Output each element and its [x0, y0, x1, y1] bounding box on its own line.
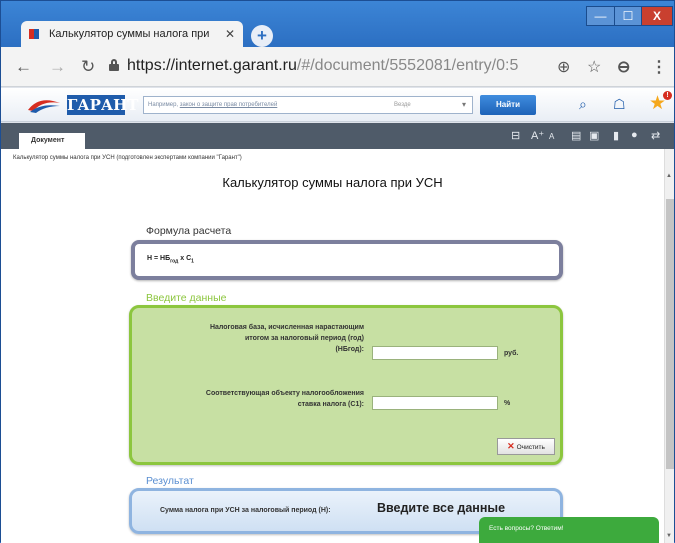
users-icon[interactable]: ☖	[613, 96, 626, 113]
input-box: Налоговая база, исчисленная нарастающим …	[129, 305, 563, 465]
scrollbar[interactable]: ▲ ▼	[664, 149, 674, 543]
logo-swoosh-icon	[28, 100, 60, 113]
forward-arrow-icon[interactable]: →	[49, 57, 66, 77]
formula-tail: x С	[178, 255, 192, 262]
print-icon[interactable]: ▣	[589, 129, 599, 142]
url-field[interactable]: https://internet.garant.ru/#/document/55…	[127, 57, 518, 75]
maximize-button[interactable]: ☐	[614, 6, 642, 26]
url-host: https://internet.garant.ru	[127, 57, 297, 74]
field1-label-line: (НБгод):	[335, 346, 364, 353]
share-icon[interactable]: ⇄	[651, 129, 660, 142]
url-path: /#/document/5552081/entry/0:5	[296, 57, 519, 74]
formula-main: Н = НБ	[147, 255, 171, 262]
new-tab-button[interactable]: +	[251, 25, 273, 47]
chat-widget[interactable]: Есть вопросы? Ответим!	[479, 517, 659, 543]
bookmark-star-icon[interactable]: ☆	[587, 57, 601, 77]
page-title: Калькулятор суммы налога при УСН	[222, 175, 443, 190]
minimize-button[interactable]: —	[586, 6, 615, 26]
menu-icon[interactable]: ⋮	[651, 57, 667, 77]
info-icon[interactable]: ●	[631, 129, 638, 141]
search-example-link[interactable]: закон о защите прав потребителей	[180, 102, 278, 108]
scrollbar-thumb[interactable]	[666, 199, 674, 469]
close-window-button[interactable]: X	[641, 6, 673, 26]
tab-document[interactable]: Документ	[19, 133, 85, 149]
document-tab-row: Документ ⊟ A⁺ A ▤ ▣ ▮ ● ⇄	[1, 123, 674, 149]
formula-box: Н = НБгод x С1	[131, 240, 563, 280]
field1-label-line: Налоговая база, исчисленная нарастающим	[209, 324, 364, 331]
scroll-up-icon[interactable]: ▲	[666, 173, 672, 179]
tax-rate-input[interactable]	[372, 396, 498, 410]
tab-title: Калькулятор суммы налога при	[49, 28, 210, 40]
clear-button-label: Очистить	[516, 444, 545, 451]
profile-icon[interactable]: ⊖	[617, 57, 630, 77]
result-heading: Результат	[146, 475, 194, 487]
field1-label: Налоговая база, исчисленная нарастающим …	[142, 322, 364, 355]
field2-label: Соответствующая объекту налогообложения …	[142, 388, 364, 410]
formula-expression: Н = НБгод x С1	[147, 255, 194, 264]
browser-tab[interactable]: Калькулятор суммы налога при ✕	[21, 21, 243, 47]
find-button[interactable]: Найти	[480, 95, 536, 115]
field1-label-line: итогом за налоговый период (год)	[244, 335, 364, 342]
field2-unit: %	[504, 400, 511, 407]
breadcrumb[interactable]: Калькулятор суммы налога при УСН (подгот…	[13, 155, 242, 161]
print-preview-icon[interactable]: ▤	[571, 129, 581, 142]
search-scope[interactable]: Везде	[394, 97, 411, 113]
clear-button[interactable]: ✕ Очистить	[497, 438, 555, 455]
garant-search-input[interactable]: Например, закон о защите прав потребител…	[143, 96, 473, 114]
search-placeholder: Например,	[148, 102, 179, 108]
zoom-icon[interactable]: ⊕	[557, 57, 570, 77]
document-content: Калькулятор суммы налога при УСН (подгот…	[1, 149, 664, 543]
result-value: Введите все данные	[377, 501, 506, 515]
chevron-down-icon[interactable]: ▾	[462, 97, 466, 113]
field1-unit: руб.	[504, 350, 519, 357]
title-bar: Калькулятор суммы налога при ✕ + — ☐ X	[1, 1, 674, 47]
field2-label-line: Соответствующая объекту налогообложения	[205, 390, 364, 397]
back-arrow-icon[interactable]: ←	[15, 57, 32, 77]
font-size-decrease-icon[interactable]: A	[549, 132, 554, 141]
logo-text: ГАРАНТ	[67, 95, 139, 115]
car-icon[interactable]: ⊟	[511, 129, 520, 142]
garant-toolbar: ГАРАНТ Например, закон о защите прав пот…	[1, 88, 674, 122]
bookmark-icon[interactable]: ▮	[613, 129, 619, 142]
reload-icon[interactable]: ↻	[81, 57, 95, 77]
field2-label-line: ставка налога (С1):	[297, 401, 364, 408]
lock-icon	[109, 59, 119, 71]
tab-close-icon[interactable]: ✕	[225, 27, 235, 41]
notification-badge: !	[663, 91, 672, 100]
input-heading: Введите данные	[146, 292, 227, 304]
clear-x-icon: ✕	[507, 441, 515, 451]
scroll-down-icon[interactable]: ▼	[666, 533, 672, 539]
search-list-icon[interactable]: ⌕	[579, 96, 587, 113]
garant-favicon-icon	[29, 29, 41, 39]
formula-heading: Формула расчета	[146, 225, 232, 237]
formula-tail-sub: 1	[191, 258, 194, 265]
garant-logo[interactable]: ГАРАНТ	[27, 93, 139, 117]
font-size-increase-icon[interactable]: A⁺	[531, 129, 544, 142]
tax-base-input[interactable]	[372, 346, 498, 360]
browser-window: Калькулятор суммы налога при ✕ + — ☐ X ←…	[0, 0, 675, 543]
address-bar: ← → ↻ https://internet.garant.ru/#/docum…	[1, 47, 674, 87]
result-label: Сумма налога при УСН за налоговый период…	[160, 507, 331, 514]
